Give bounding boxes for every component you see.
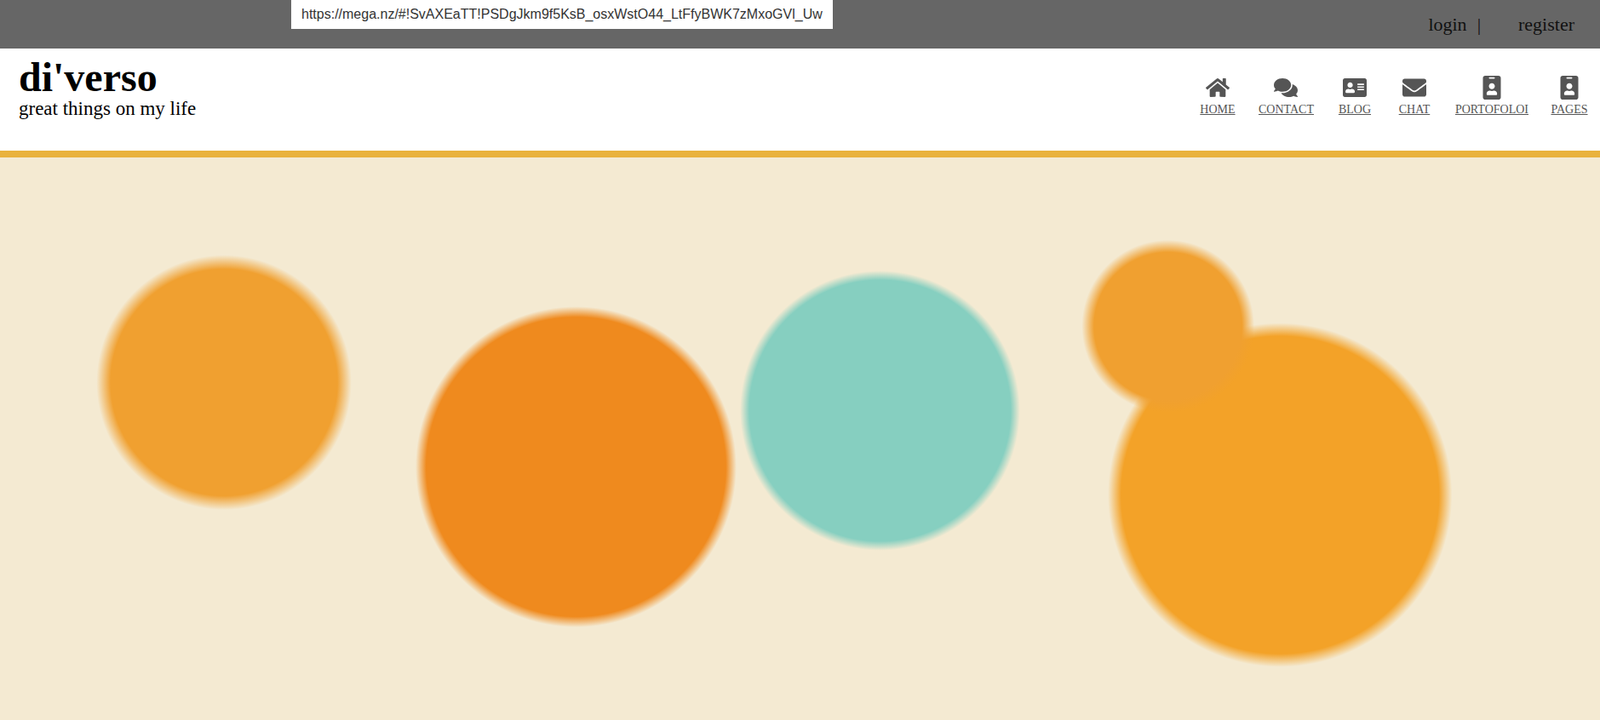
nav-item[interactable]: CONTACT [1258,75,1314,117]
nav-icon [1342,75,1367,100]
nav-item[interactable]: BLOG [1336,75,1374,117]
nav-item[interactable]: PAGES [1550,75,1589,117]
url-box[interactable]: https://mega.nz/#!SvAXEaTT!PSDgJkm9f5KsB… [291,0,833,29]
header: di'versogreat things on my life HOME CONTA… [0,48,1600,151]
banner-photo [0,150,1600,720]
nav-icon [1479,75,1504,100]
nav-item[interactable]: CHAT [1395,75,1434,117]
nav-icon [1205,75,1230,100]
site-tagline: great things on my life [18,97,196,120]
site-title[interactable]: di'verso [18,57,196,98]
separator: | [1477,13,1481,36]
page: https://mega.nz/#!SvAXEaTT!PSDgJkm9f5KsB… [0,0,1600,720]
nav-icon [1557,75,1582,100]
nav-icon [1402,75,1427,100]
auth-links: login | register [1427,13,1575,36]
main-nav: HOME CONTACT BLOG CHAT PORTOFOLOI PAGES [1198,57,1589,117]
nav-item[interactable]: HOME [1198,75,1237,117]
login-link[interactable]: login [1427,13,1467,36]
nav-icon [1273,75,1298,100]
brand: di'versogreat things on my life [18,57,196,120]
register-link[interactable]: register [1518,13,1575,36]
nav-item[interactable]: PORTOFOLOI [1455,75,1529,117]
top-bar: https://mega.nz/#!SvAXEaTT!PSDgJkm9f5KsB… [0,0,1600,49]
